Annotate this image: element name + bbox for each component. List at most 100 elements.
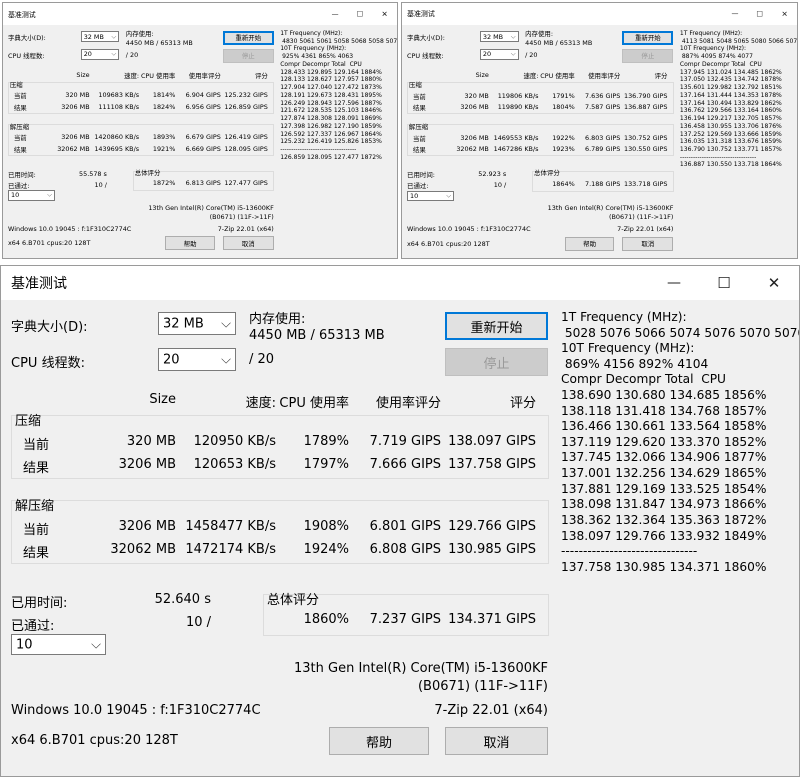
result-line: 138.118 131.418 134.768 1857% bbox=[561, 403, 767, 418]
compress-cell-score: 138.097 GIPS bbox=[448, 434, 536, 449]
compress-cell-cpu: 1791% bbox=[552, 91, 575, 100]
result-line: 137.050 132.435 134.742 1878% bbox=[679, 76, 782, 84]
result-line: 121.672 128.535 125.103 1846% bbox=[280, 107, 382, 115]
close-button[interactable]: ✕ bbox=[377, 10, 392, 19]
cpu-threads-select[interactable]: 20 ⌵ bbox=[80, 48, 120, 61]
result-line: 10T Frequency (MHz): bbox=[679, 45, 747, 53]
cpu-threads-select[interactable]: 20 ⌵ bbox=[158, 348, 236, 371]
window-content: 字典大小(D): 32 MB ⌵ 内存使用: 4450 MB / 65313 MB 重新开… bbox=[1, 300, 799, 776]
passes-select[interactable]: 10 ⌵ bbox=[11, 634, 106, 655]
help-button[interactable]: 帮助 bbox=[165, 236, 215, 251]
compress-section-label: 压缩 bbox=[9, 80, 23, 89]
result-line: 125.232 126.419 125.826 1853% bbox=[280, 138, 382, 146]
compress-cell-rating: 7.636 GIPS bbox=[584, 91, 621, 100]
maximize-button[interactable]: ☐ bbox=[752, 10, 767, 19]
compress-cell-size: 3206 MB bbox=[61, 102, 90, 111]
result-line: 127.904 127.040 127.472 1873% bbox=[280, 84, 382, 92]
decompress-section-label: 解压缩 bbox=[9, 122, 30, 131]
header-speed: 速度: bbox=[245, 396, 276, 411]
arch-info: x64 6.B701 cpus:20 128T bbox=[407, 239, 490, 248]
passes-select-value: 10 bbox=[410, 191, 419, 200]
result-line: 137.164 130.494 133.829 1862% bbox=[679, 99, 782, 107]
result-line: 925% 4361 865% 4063 bbox=[280, 53, 354, 61]
cancel-button[interactable]: 取消 bbox=[622, 236, 674, 251]
compress-cell-score: 137.758 GIPS bbox=[448, 457, 536, 472]
decompress-cell-cpu: 1921% bbox=[152, 144, 176, 153]
memory-usage-label: 内存使用: bbox=[125, 30, 154, 38]
memory-usage-label: 内存使用: bbox=[525, 30, 554, 38]
window-title: 基准测试 bbox=[407, 10, 435, 18]
minimize-button[interactable]: — bbox=[659, 275, 689, 291]
minimize-button[interactable]: — bbox=[328, 10, 343, 18]
cancel-button[interactable]: 取消 bbox=[445, 727, 548, 755]
result-line: 136.762 129.566 133.164 1860% bbox=[679, 107, 782, 115]
chevron-down-icon: ⌵ bbox=[446, 191, 452, 200]
result-line: ----------------------------------- bbox=[280, 146, 357, 154]
cpu-threads-select[interactable]: 20 ⌵ bbox=[479, 48, 519, 61]
compress-row-name: 结果 bbox=[412, 103, 426, 112]
result-line: 1T Frequency (MHz): bbox=[679, 30, 743, 37]
passed-value: 10 / bbox=[493, 181, 507, 190]
maximize-button[interactable]: ☐ bbox=[709, 274, 739, 292]
compress-cell-cpu: 1789% bbox=[303, 434, 349, 449]
dict-size-select[interactable]: 32 MB ⌵ bbox=[80, 30, 120, 43]
total-usage-rating: 6.813 GIPS bbox=[185, 179, 221, 188]
help-button[interactable]: 帮助 bbox=[329, 727, 429, 755]
maximize-button[interactable]: ☐ bbox=[353, 10, 368, 19]
frequency-results: 1T Frequency (MHz): 4113 5081 5048 5065 … bbox=[679, 30, 797, 169]
restart-button[interactable]: 重新开始 bbox=[445, 312, 548, 340]
decompress-cell-cpu: 1924% bbox=[303, 542, 349, 557]
result-line: 135.601 129.982 132.792 1851% bbox=[679, 84, 782, 92]
total-rating-label: 总体评分 bbox=[534, 169, 560, 178]
result-line: 126.859 128.095 127.477 1872% bbox=[280, 153, 382, 161]
restart-button[interactable]: 重新开始 bbox=[222, 30, 274, 45]
decompress-row-name: 结果 bbox=[13, 145, 27, 154]
cancel-button[interactable]: 取消 bbox=[222, 236, 274, 251]
total-usage-rating: 7.237 GIPS bbox=[369, 612, 441, 627]
passes-select[interactable]: 10 ⌵ bbox=[407, 190, 455, 202]
result-line: 137.252 129.569 133.666 1859% bbox=[679, 130, 782, 138]
elapsed-value: 52.923 s bbox=[478, 169, 507, 178]
close-button[interactable]: ✕ bbox=[759, 274, 789, 292]
compress-row-name: 当前 bbox=[13, 92, 27, 101]
passes-select[interactable]: 10 ⌵ bbox=[8, 190, 55, 201]
decompress-cell-score: 129.766 GIPS bbox=[448, 519, 536, 534]
minimize-button[interactable]: — bbox=[728, 10, 743, 18]
compress-cell-speed: 120653 KB/s bbox=[193, 457, 276, 472]
result-line: 4830 5061 5061 5058 5068 5058 5071 bbox=[280, 37, 398, 45]
decompress-cell-size: 3206 MB bbox=[118, 519, 176, 534]
result-line: 136.887 130.550 133.718 1864% bbox=[679, 161, 782, 169]
compress-section-label: 压缩 bbox=[15, 414, 42, 429]
cpu-threads-value: 20 bbox=[482, 50, 492, 59]
total-score: 127.477 GIPS bbox=[224, 179, 268, 188]
decompress-cell-speed: 1469553 KB/s bbox=[493, 133, 539, 142]
chevron-down-icon: ⌵ bbox=[510, 32, 516, 41]
result-line: Compr Decompr Total CPU bbox=[679, 60, 762, 68]
result-line: 137.164 131.444 134.353 1878% bbox=[679, 91, 782, 99]
dict-size-select[interactable]: 32 MB ⌵ bbox=[158, 312, 236, 335]
help-button[interactable]: 帮助 bbox=[564, 236, 615, 251]
restart-button[interactable]: 重新开始 bbox=[622, 31, 674, 45]
close-button[interactable]: ✕ bbox=[777, 10, 792, 19]
cpu-code: (B0671) (11F->11F) bbox=[417, 679, 548, 694]
header-usage-rating: 使用率评分 bbox=[375, 396, 441, 411]
header-rating: 评分 bbox=[509, 396, 536, 411]
app-version: 7-Zip 22.01 (x64) bbox=[617, 225, 674, 233]
header-cpu-usage: CPU 使用率 bbox=[140, 71, 176, 80]
dict-size-value: 32 MB bbox=[163, 316, 204, 331]
decompress-cell-score: 126.419 GIPS bbox=[224, 133, 268, 142]
compress-row-name: 结果 bbox=[13, 103, 27, 112]
chevron-down-icon: ⌵ bbox=[510, 49, 516, 58]
header-size: Size bbox=[149, 392, 176, 407]
decompress-cell-rating: 6.669 GIPS bbox=[185, 144, 221, 153]
compress-cell-cpu: 1824% bbox=[152, 102, 176, 111]
header-speed: 速度: bbox=[124, 71, 140, 80]
chevron-down-icon: ⌵ bbox=[47, 190, 52, 199]
dict-size-select[interactable]: 32 MB ⌵ bbox=[479, 31, 519, 43]
result-line: 138.097 129.766 133.932 1849% bbox=[561, 528, 767, 543]
compress-cell-size: 3206 MB bbox=[118, 457, 176, 472]
result-line: 137.881 129.169 133.525 1854% bbox=[561, 481, 767, 496]
decompress-section-label: 解压缩 bbox=[15, 499, 55, 514]
elapsed-label: 已用时间: bbox=[11, 596, 68, 611]
result-line: 887% 4095 874% 4077 bbox=[679, 53, 753, 61]
